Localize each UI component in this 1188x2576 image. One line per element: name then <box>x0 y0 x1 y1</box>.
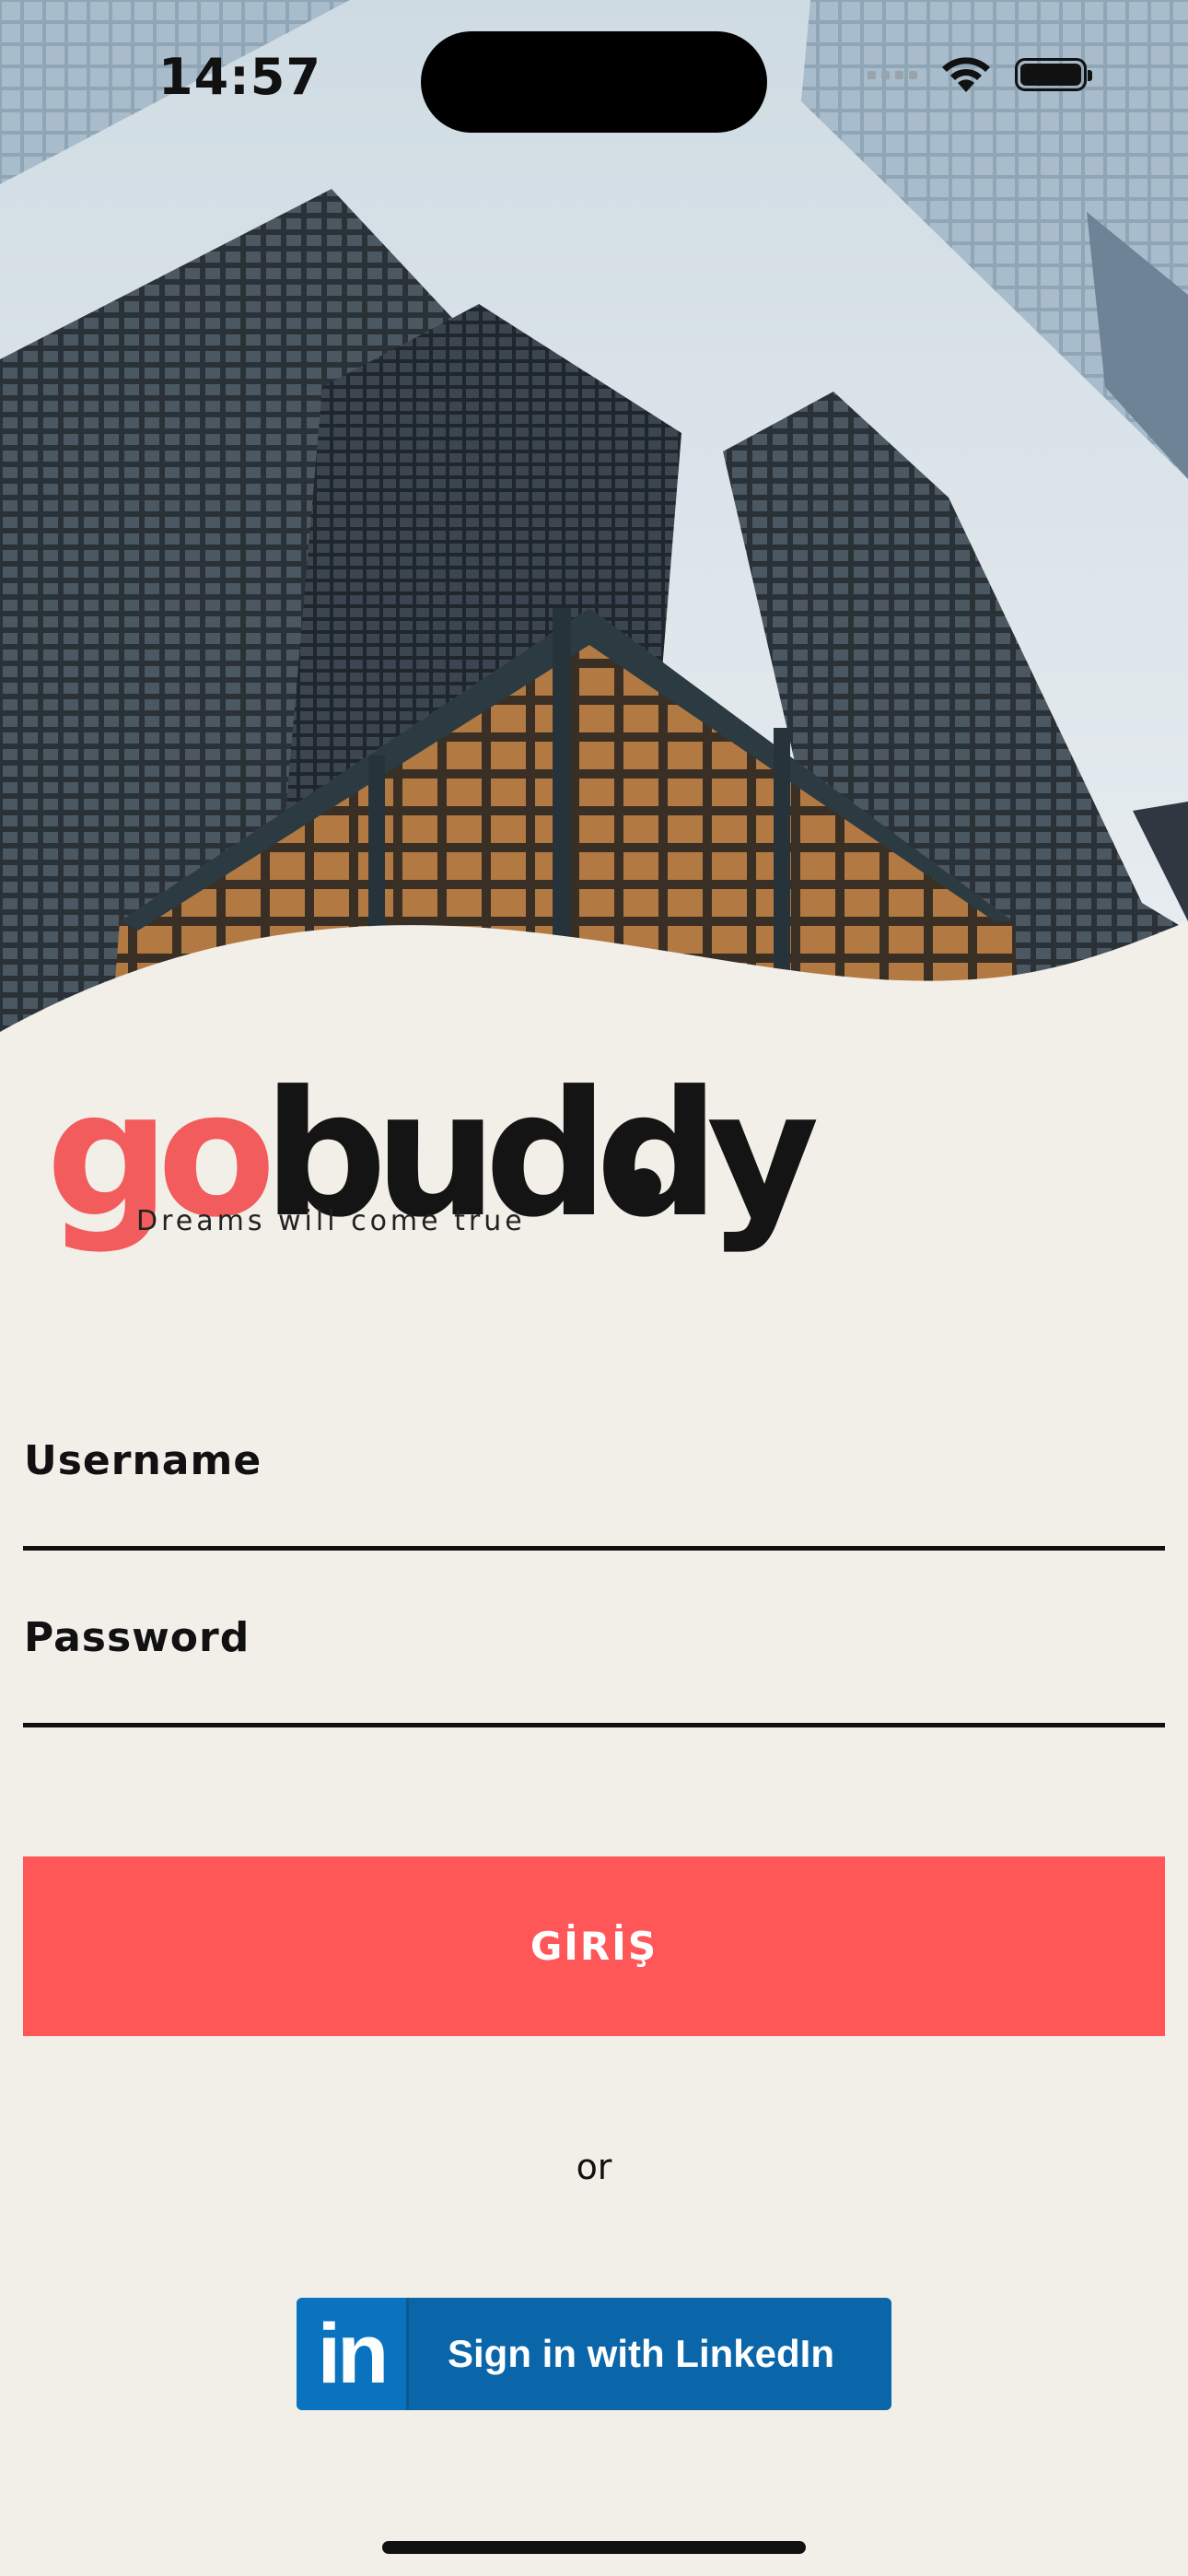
hero-image <box>0 0 1188 1041</box>
logo-dot <box>626 1168 661 1203</box>
login-button[interactable]: GİRİŞ <box>23 1856 1165 2036</box>
home-indicator <box>382 2541 806 2554</box>
battery-icon <box>1015 58 1092 91</box>
linkedin-icon: in <box>297 2298 409 2410</box>
status-icons <box>868 55 1092 94</box>
linkedin-signin-button[interactable]: in Sign in with LinkedIn <box>297 2298 891 2410</box>
username-label: Username <box>24 1437 262 1484</box>
dynamic-island <box>421 31 767 133</box>
username-underline <box>23 1546 1165 1551</box>
app-logo: gobuddy Dreams will come true <box>46 1069 820 1253</box>
password-underline <box>23 1723 1165 1727</box>
status-time: 14:57 <box>158 48 321 106</box>
or-divider-text: or <box>576 2147 612 2187</box>
password-input[interactable] <box>23 1664 1165 1719</box>
linkedin-signin-label: Sign in with LinkedIn <box>448 2332 834 2375</box>
signal-icon <box>868 70 917 79</box>
logo-tagline: Dreams will come true <box>136 1205 526 1237</box>
username-input[interactable] <box>23 1488 1165 1543</box>
wifi-icon <box>942 57 990 92</box>
password-label: Password <box>24 1614 250 1661</box>
